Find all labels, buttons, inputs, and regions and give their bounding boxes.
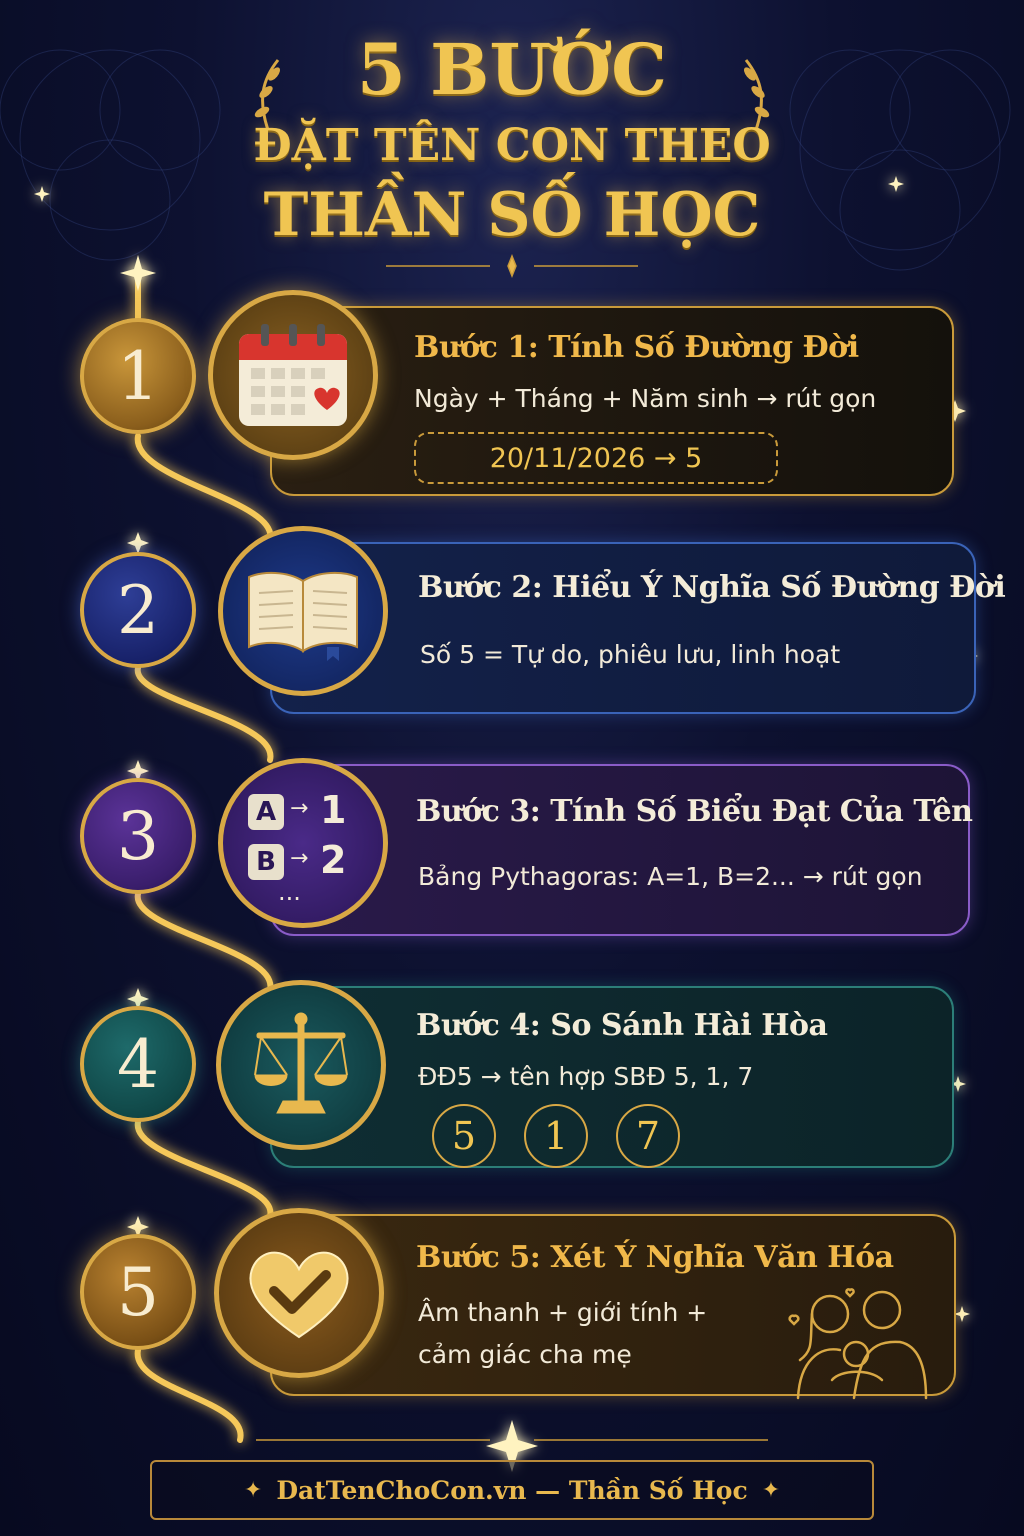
compatible-number-badge: 7 [616, 1104, 680, 1168]
calendar-heart-icon [208, 290, 378, 460]
star-icon: ✦ [243, 1477, 263, 1503]
number-1: 1 [320, 788, 347, 832]
step-4-number: 4 [80, 1006, 196, 1122]
open-book-icon [218, 526, 388, 696]
step-3-number: 3 [80, 778, 196, 894]
step-2-number: 2 [80, 552, 196, 668]
step-1-formula: 20/11/2026 → 5 [414, 432, 778, 484]
compatible-number-badge: 5 [432, 1104, 496, 1168]
step-5-number: 5 [80, 1234, 196, 1350]
letter-a-tile: A [248, 794, 284, 830]
step-5-title: Bước 5: Xét Ý Nghĩa Văn Hóa [416, 1240, 894, 1275]
step-3-title: Bước 3: Tính Số Biểu Đạt Của Tên [416, 794, 973, 829]
arrow-icon: → [290, 846, 309, 871]
ellipsis: ... [278, 878, 301, 906]
footer-banner: ✦ DatTenChoCon.vn — Thần Số Học ✦ [150, 1460, 874, 1520]
balance-scale-icon [216, 980, 386, 1150]
step-1-number: 1 [80, 318, 196, 434]
number-2: 2 [320, 838, 347, 882]
page-subtitle-main: THẦN SỐ HỌC [263, 180, 761, 250]
footer-text[interactable]: DatTenChoCon.vn — Thần Số Học [276, 1476, 747, 1505]
heart-check-icon [214, 1208, 384, 1378]
compatible-number-badge: 1 [524, 1104, 588, 1168]
step-3-desc: Bảng Pythagoras: A=1, B=2... → rút gọn [418, 862, 923, 891]
step-4-title: Bước 4: So Sánh Hài Hòa [416, 1008, 828, 1043]
step-5-desc-line2: cảm giác cha mẹ [418, 1340, 632, 1369]
step-2-title: Bước 2: Hiểu Ý Nghĩa Số Đường Đời [418, 570, 1006, 605]
page-title: 5 BƯỚC [357, 28, 667, 111]
star-icon: ✦ [761, 1477, 781, 1503]
step-1-desc: Ngày + Tháng + Năm sinh → rút gọn [414, 384, 877, 413]
page-subtitle: ĐẶT TÊN CON THEO [253, 120, 771, 171]
letter-b-tile: B [248, 844, 284, 880]
step-1-title: Bước 1: Tính Số Đường Đời [414, 330, 859, 365]
step-5-desc-line1: Âm thanh + giới tính + [418, 1298, 708, 1327]
step-2-desc: Số 5 = Tự do, phiêu lưu, linh hoạt [420, 640, 841, 669]
arrow-icon: → [290, 796, 309, 821]
family-icon [770, 1280, 940, 1400]
letter-number-map-icon: A → 1 B → 2 ... [218, 758, 388, 928]
step-4-desc: ĐĐ5 → tên hợp SBĐ 5, 1, 7 [418, 1062, 754, 1091]
